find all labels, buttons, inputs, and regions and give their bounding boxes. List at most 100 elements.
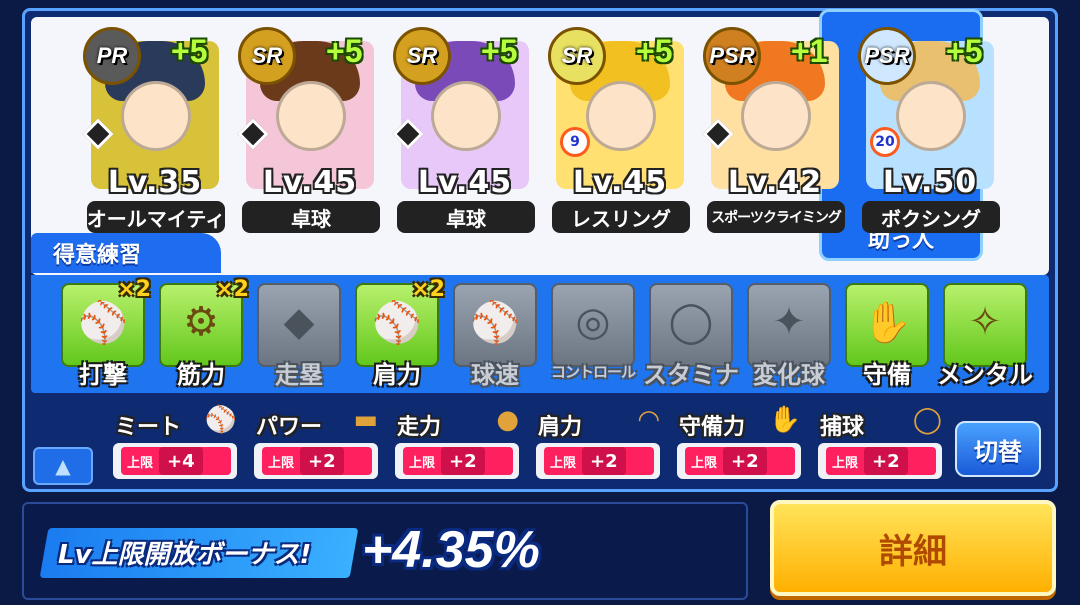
- limit-item: パワー ▬ 上限 +2: [254, 405, 378, 485]
- rank-badge: 9: [560, 127, 590, 157]
- practice-item: ◯ スタミナ: [643, 283, 739, 389]
- practice-label: 変化球: [753, 361, 825, 389]
- practice-multiplier: ×2: [411, 277, 445, 302]
- limit-item: 守備力 ✋ 上限 +2: [677, 405, 801, 485]
- character-face: [431, 81, 501, 151]
- practice-icon: ⚙: [183, 299, 219, 345]
- card-level: Lv.45: [417, 165, 513, 200]
- card-bonus: +1: [791, 33, 828, 69]
- speed-icon: ●: [496, 405, 519, 435]
- practice-item: ◆ 走塁: [257, 283, 341, 389]
- character-face: [741, 81, 811, 151]
- practice-label: 走塁: [275, 361, 323, 389]
- card-name: レスリング: [552, 201, 690, 233]
- practice-item: ✦ 変化球: [747, 283, 831, 389]
- practice-item: ⚾ ×2 肩力: [355, 277, 445, 389]
- practice-icon: ◯: [668, 299, 714, 345]
- practice-label: コントロール: [550, 363, 636, 381]
- event-card[interactable]: PSR +1 Lv.42 スポーツクライミング: [702, 27, 845, 233]
- card-row: PR +5 Lv.35 オールマイティ SR +5 Lv.45 卓球 SR +5…: [82, 27, 1043, 267]
- practice-icon: ⚾: [78, 300, 128, 346]
- limit-bar: 上限 +2: [818, 443, 942, 479]
- switch-button[interactable]: 切替: [955, 421, 1041, 477]
- card-bonus: +5: [481, 33, 518, 69]
- practice-item: ⚙ ×2 筋力: [159, 277, 249, 389]
- glove-icon: ✋: [768, 405, 801, 435]
- limit-cap-label: 上限: [268, 455, 295, 471]
- practice-icon: ✦: [772, 299, 806, 345]
- bonus-label: Lv上限開放ボーナス!: [58, 540, 312, 570]
- limit-bar: 上限 +2: [395, 443, 519, 479]
- practice-label: 打撃: [79, 361, 127, 389]
- limit-title: 走力: [397, 415, 442, 440]
- character-face: [121, 81, 191, 151]
- rarity-badge-icon: PR: [83, 27, 141, 85]
- level-bonus-bar: Lv上限開放ボーナス! +4.35%: [22, 502, 748, 600]
- limit-cap-label: 上限: [691, 455, 718, 471]
- rarity-badge-icon: SR: [393, 27, 451, 85]
- card-name: 卓球: [397, 201, 535, 233]
- event-card[interactable]: PSR +5 20 Lv.50 ボクシング: [858, 27, 1000, 233]
- limit-value-box: 上限 +2: [262, 447, 372, 475]
- rarity-badge-icon: SR: [548, 27, 606, 85]
- practice-item: ✋ 守備: [845, 283, 929, 389]
- limit-value-box: 上限 +2: [544, 447, 654, 475]
- card-name: スポーツクライミング: [707, 201, 845, 233]
- limit-value: +2: [441, 447, 485, 475]
- collapse-button[interactable]: ▲: [33, 447, 93, 485]
- card-bonus: +5: [946, 33, 983, 69]
- event-card[interactable]: SR +5 9 Lv.45 レスリング: [548, 27, 690, 233]
- limit-value-box: 上限 +4: [121, 447, 231, 475]
- limit-title: 守備力: [679, 415, 746, 440]
- card-bonus: +5: [326, 33, 363, 69]
- limit-cap-label: 上限: [127, 455, 154, 471]
- practice-item: ◎ コントロール: [551, 283, 636, 387]
- card-name: オールマイティ: [87, 201, 225, 233]
- limit-value-box: 上限 +2: [685, 447, 795, 475]
- limit-value: +2: [864, 447, 908, 475]
- practice-multiplier: ×2: [117, 277, 151, 302]
- limit-value-box: 上限 +2: [403, 447, 513, 475]
- practice-icon: ⚾: [372, 300, 422, 346]
- limit-title: ミート: [115, 415, 182, 440]
- limit-bar: 上限 +2: [536, 443, 660, 479]
- limit-title: 捕球: [820, 415, 865, 440]
- throw-icon: ◠: [637, 405, 660, 435]
- practice-label: 守備: [863, 361, 911, 389]
- limit-cap-label: 上限: [550, 455, 577, 471]
- practice-row: ⚾ ×2 打撃 ⚙ ×2 筋力 ◆ 走塁 ⚾ ×2 肩力 ⚾ 球速 ◎ コントロ…: [31, 275, 1049, 393]
- card-name: ボクシング: [862, 201, 1000, 233]
- practice-icon: ◎: [575, 299, 611, 345]
- event-card[interactable]: PR +5 Lv.35 オールマイティ: [82, 27, 225, 233]
- card-level: Lv.42: [727, 165, 823, 200]
- detail-button[interactable]: 詳細: [770, 500, 1056, 596]
- rarity-badge-icon: SR: [238, 27, 296, 85]
- event-card[interactable]: SR +5 Lv.45 卓球: [392, 27, 535, 233]
- limit-item: ミート ⚾ 上限 +4: [113, 405, 237, 485]
- practice-label: 筋力: [177, 361, 225, 389]
- character-face: [276, 81, 346, 151]
- limit-value: +2: [300, 447, 344, 475]
- limit-value-box: 上限 +2: [826, 447, 936, 475]
- practice-label: スタミナ: [643, 361, 739, 389]
- card-level: Lv.35: [107, 165, 203, 200]
- catch-icon: ◯: [912, 405, 942, 435]
- practice-icon: ✧: [968, 299, 1002, 345]
- limit-item: 捕球 ◯ 上限 +2: [818, 405, 942, 485]
- card-level: Lv.45: [262, 165, 358, 200]
- event-card[interactable]: SR +5 Lv.45 卓球: [237, 27, 380, 233]
- limit-bar: 上限 +2: [677, 443, 801, 479]
- practice-label: 球速: [471, 361, 519, 389]
- card-bonus: +5: [636, 33, 673, 69]
- practice-icon: ⚾: [470, 300, 520, 346]
- card-bonus: +5: [171, 33, 208, 69]
- bat-icon: ⚾: [204, 405, 237, 435]
- limit-item: 肩力 ◠ 上限 +2: [536, 405, 660, 485]
- limit-value: +2: [582, 447, 626, 475]
- limit-item: 走力 ● 上限 +2: [395, 405, 519, 485]
- practice-item: ⚾ ×2 打撃: [61, 277, 151, 389]
- rarity-badge-icon: PSR: [858, 27, 916, 85]
- limit-title: パワー: [256, 415, 323, 440]
- dumbbell-icon: ▬: [353, 405, 378, 435]
- limit-bar: 上限 +4: [113, 443, 237, 479]
